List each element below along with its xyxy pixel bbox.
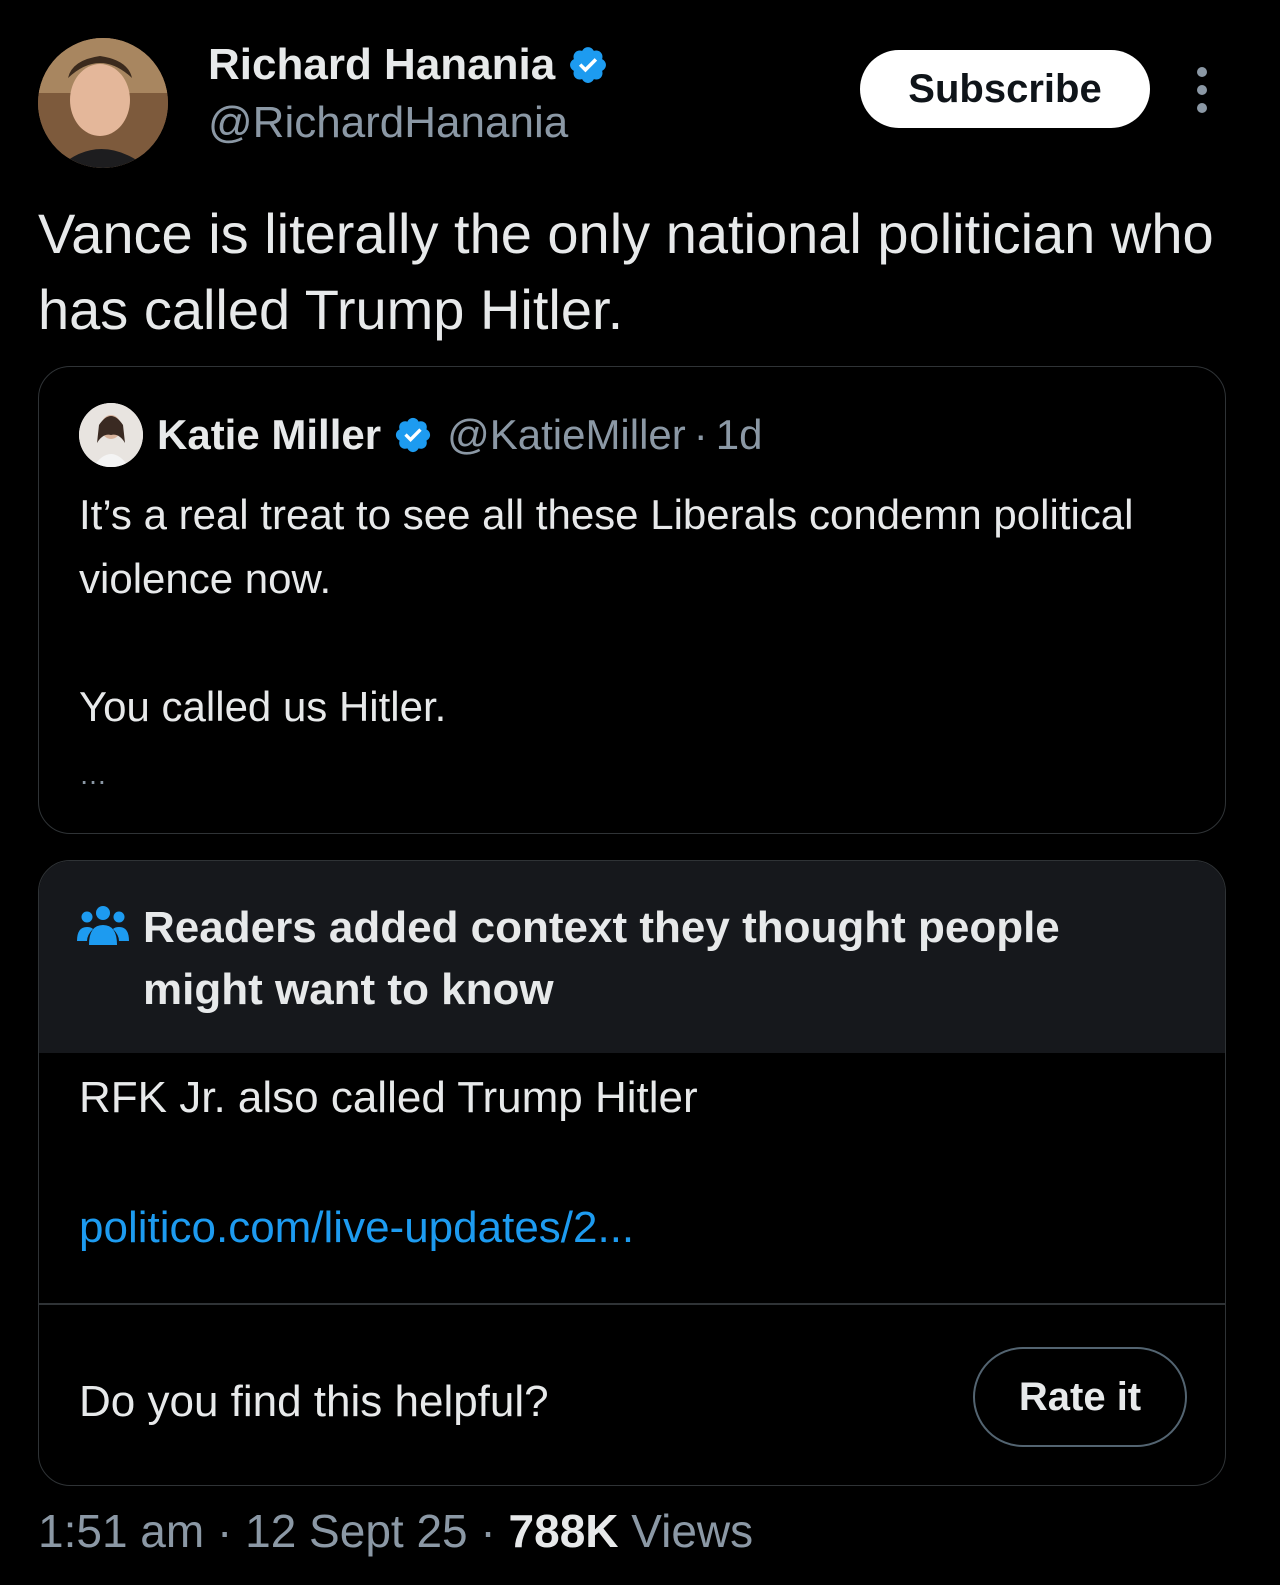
rate-it-button[interactable]: Rate it (973, 1347, 1187, 1447)
quoted-author-name[interactable]: Katie Miller (157, 411, 381, 459)
tweet-time[interactable]: 1:51 am (38, 1505, 204, 1557)
separator-dot: · (693, 411, 708, 458)
community-note-source-link[interactable]: politico.com/live-updates/2... (79, 1203, 634, 1253)
verified-badge-icon (570, 47, 607, 83)
tweet-text: Vance is literally the only national pol… (38, 202, 1214, 341)
community-note-title: Readers added context they thought peopl… (143, 903, 1060, 1014)
verified-badge-icon (395, 417, 431, 453)
quoted-tweet-body: It’s a real treat to see all these Liber… (79, 483, 1179, 795)
author-handle[interactable]: @RichardHanania (208, 98, 568, 148)
separator-dot: · (204, 1505, 246, 1557)
divider (39, 1303, 1225, 1305)
quoted-author-handle[interactable]: @KatieMiller (447, 411, 686, 459)
author-avatar[interactable] (38, 38, 168, 168)
tweet-header: Richard Hanania @RichardHanania Subscrib… (0, 0, 1280, 180)
quoted-text-line: It’s a real treat to see all these Liber… (79, 491, 1134, 602)
community-notes-icon (77, 906, 129, 945)
community-note-body: RFK Jr. also called Trump Hitler (79, 1073, 698, 1122)
quoted-tweet-header: Katie Miller @KatieMiller · 1d (79, 403, 763, 467)
author-display-name[interactable]: Richard Hanania (208, 40, 555, 90)
tweet-meta: 1:51 am · 12 Sept 25 · 788K Views (38, 1504, 753, 1558)
views-label: Views (618, 1505, 754, 1557)
author-name-row: Richard Hanania (208, 40, 609, 90)
truncation-ellipsis: … (79, 759, 107, 790)
helpful-prompt: Do you find this helpful? (79, 1377, 549, 1426)
quoted-text-line: You called us Hitler. (79, 683, 447, 730)
separator-dot: · (467, 1505, 509, 1557)
quoted-tweet-time[interactable]: 1d (716, 411, 763, 459)
community-note-header: Readers added context they thought peopl… (39, 861, 1225, 1053)
quoted-author-avatar[interactable] (79, 403, 143, 467)
quoted-tweet[interactable]: Katie Miller @KatieMiller · 1d It’s a re… (38, 366, 1226, 834)
views-count[interactable]: 788K (509, 1505, 619, 1557)
tweet-date[interactable]: 12 Sept 25 (245, 1505, 468, 1557)
subscribe-button[interactable]: Subscribe (860, 50, 1150, 128)
community-note: Readers added context they thought peopl… (38, 860, 1226, 1486)
more-options-icon[interactable] (1184, 64, 1220, 116)
